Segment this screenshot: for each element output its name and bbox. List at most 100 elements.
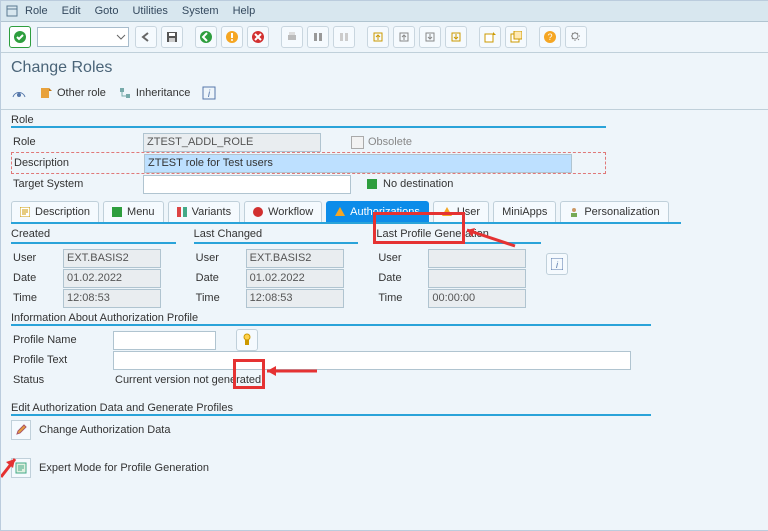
exit-icon[interactable] [221, 26, 243, 48]
change-auth-data-label: Change Authorization Data [39, 424, 170, 436]
created-header: Created [11, 228, 176, 240]
created-user: EXT.BASIS2 [63, 249, 161, 268]
profile-text-label: Profile Text [11, 354, 113, 366]
menu-icon[interactable] [5, 4, 19, 18]
inheritance-button[interactable]: Inheritance [118, 86, 190, 100]
help-icon[interactable]: ? [539, 26, 561, 48]
tab-personalization-label: Personalization [584, 206, 659, 218]
role-label: Role [11, 136, 143, 148]
tab-miniapps-label: MiniApps [502, 206, 547, 218]
role-group-header: Role [11, 114, 606, 126]
standard-toolbar: ? [1, 22, 768, 53]
tab-variants[interactable]: Variants [168, 201, 241, 222]
customize-icon[interactable] [565, 26, 587, 48]
role-field: ZTEST_ADDL_ROLE [143, 133, 321, 152]
svg-text:i: i [556, 260, 559, 270]
tab-authorizations[interactable]: Authorizations [326, 201, 429, 222]
nav-left-icon[interactable] [135, 26, 157, 48]
tab-authorizations-label: Authorizations [350, 206, 420, 218]
tab-description-label: Description [35, 206, 90, 218]
expert-mode-row: Expert Mode for Profile Generation [11, 458, 651, 478]
last-page-icon[interactable] [445, 26, 467, 48]
auth-profile-group: Information About Authorization Profile … [11, 312, 651, 390]
lastprof-header: Last Profile Generation [376, 228, 541, 240]
info-button[interactable]: i [546, 253, 568, 275]
lastprof-date [428, 269, 526, 288]
expert-mode-label: Expert Mode for Profile Generation [39, 462, 209, 474]
menu-system[interactable]: System [182, 5, 219, 17]
first-page-icon[interactable] [367, 26, 389, 48]
menu-utilities[interactable]: Utilities [132, 5, 167, 17]
checkbox-icon [351, 136, 364, 149]
profile-name-field[interactable] [113, 331, 216, 350]
target-system-field[interactable] [143, 175, 351, 194]
menu-role[interactable]: Role [25, 5, 48, 17]
chevron-down-icon[interactable] [114, 30, 128, 44]
tab-user[interactable]: User [433, 201, 489, 222]
svg-text:i: i [208, 89, 211, 100]
tab-miniapps[interactable]: MiniApps [493, 201, 556, 222]
lastprof-time: 00:00:00 [428, 289, 526, 308]
find-icon[interactable] [307, 26, 329, 48]
enter-icon[interactable] [9, 26, 31, 48]
obsolete-checkbox: Obsolete [351, 136, 412, 149]
menu-goto[interactable]: Goto [95, 5, 119, 17]
tabstrip: Description Menu Variants Workflow Autho… [11, 200, 681, 224]
cancel-icon[interactable] [247, 26, 269, 48]
shortcut-icon[interactable] [505, 26, 527, 48]
profile-text-field[interactable] [113, 351, 631, 370]
status-value: Current version not generated [113, 374, 261, 386]
tab-menu[interactable]: Menu [103, 201, 164, 222]
user-label: User [11, 252, 63, 264]
date-label: Date [194, 272, 246, 284]
auth-profile-header: Information About Authorization Profile [11, 312, 651, 324]
tab-workflow[interactable]: Workflow [244, 201, 322, 222]
status-square-icon [367, 179, 377, 189]
toggle-display-icon[interactable] [11, 85, 27, 101]
change-auth-data-button[interactable] [11, 420, 31, 440]
status-label: Status [11, 374, 113, 386]
edit-auth-group: Edit Authorization Data and Generate Pro… [11, 402, 651, 478]
description-label: Description [12, 157, 144, 169]
no-destination-label: No destination [383, 178, 453, 190]
menu-edit[interactable]: Edit [62, 5, 81, 17]
menubar: Role Edit Goto Utilities System Help [1, 1, 768, 22]
propose-profile-button[interactable] [236, 329, 258, 351]
time-label: Time [11, 292, 63, 304]
prev-page-icon[interactable] [393, 26, 415, 48]
info-icon[interactable]: i [202, 86, 216, 100]
find-next-icon[interactable] [333, 26, 355, 48]
app-toolbar: Other role Inheritance i [1, 81, 768, 110]
time-label: Time [376, 292, 428, 304]
user-label: User [376, 252, 428, 264]
edit-auth-header: Edit Authorization Data and Generate Pro… [11, 402, 651, 414]
print-icon[interactable] [281, 26, 303, 48]
target-system-label: Target System [11, 178, 143, 190]
profile-name-label: Profile Name [11, 334, 113, 346]
time-label: Time [194, 292, 246, 304]
menu-help[interactable]: Help [233, 5, 256, 17]
date-label: Date [11, 272, 63, 284]
created-time: 12:08:53 [63, 289, 161, 308]
lastprof-user [428, 249, 526, 268]
other-role-button[interactable]: Other role [39, 86, 106, 100]
save-icon[interactable] [161, 26, 183, 48]
other-role-label: Other role [57, 87, 106, 99]
tab-description[interactable]: Description [11, 201, 99, 222]
tab-menu-label: Menu [127, 206, 155, 218]
tab-variants-label: Variants [192, 206, 232, 218]
back-icon[interactable] [195, 26, 217, 48]
command-field[interactable] [37, 27, 129, 47]
description-field[interactable]: ZTEST role for Test users [144, 154, 572, 173]
date-label: Date [376, 272, 428, 284]
expert-mode-button[interactable] [11, 458, 31, 478]
change-auth-data-row: Change Authorization Data [11, 420, 651, 440]
new-session-icon[interactable] [479, 26, 501, 48]
page-title: Change Roles [1, 53, 768, 81]
svg-text:?: ? [547, 32, 552, 42]
inheritance-label: Inheritance [136, 87, 190, 99]
tab-personalization[interactable]: Personalization [560, 201, 668, 222]
green-square-icon [112, 207, 122, 217]
user-label: User [194, 252, 246, 264]
next-page-icon[interactable] [419, 26, 441, 48]
